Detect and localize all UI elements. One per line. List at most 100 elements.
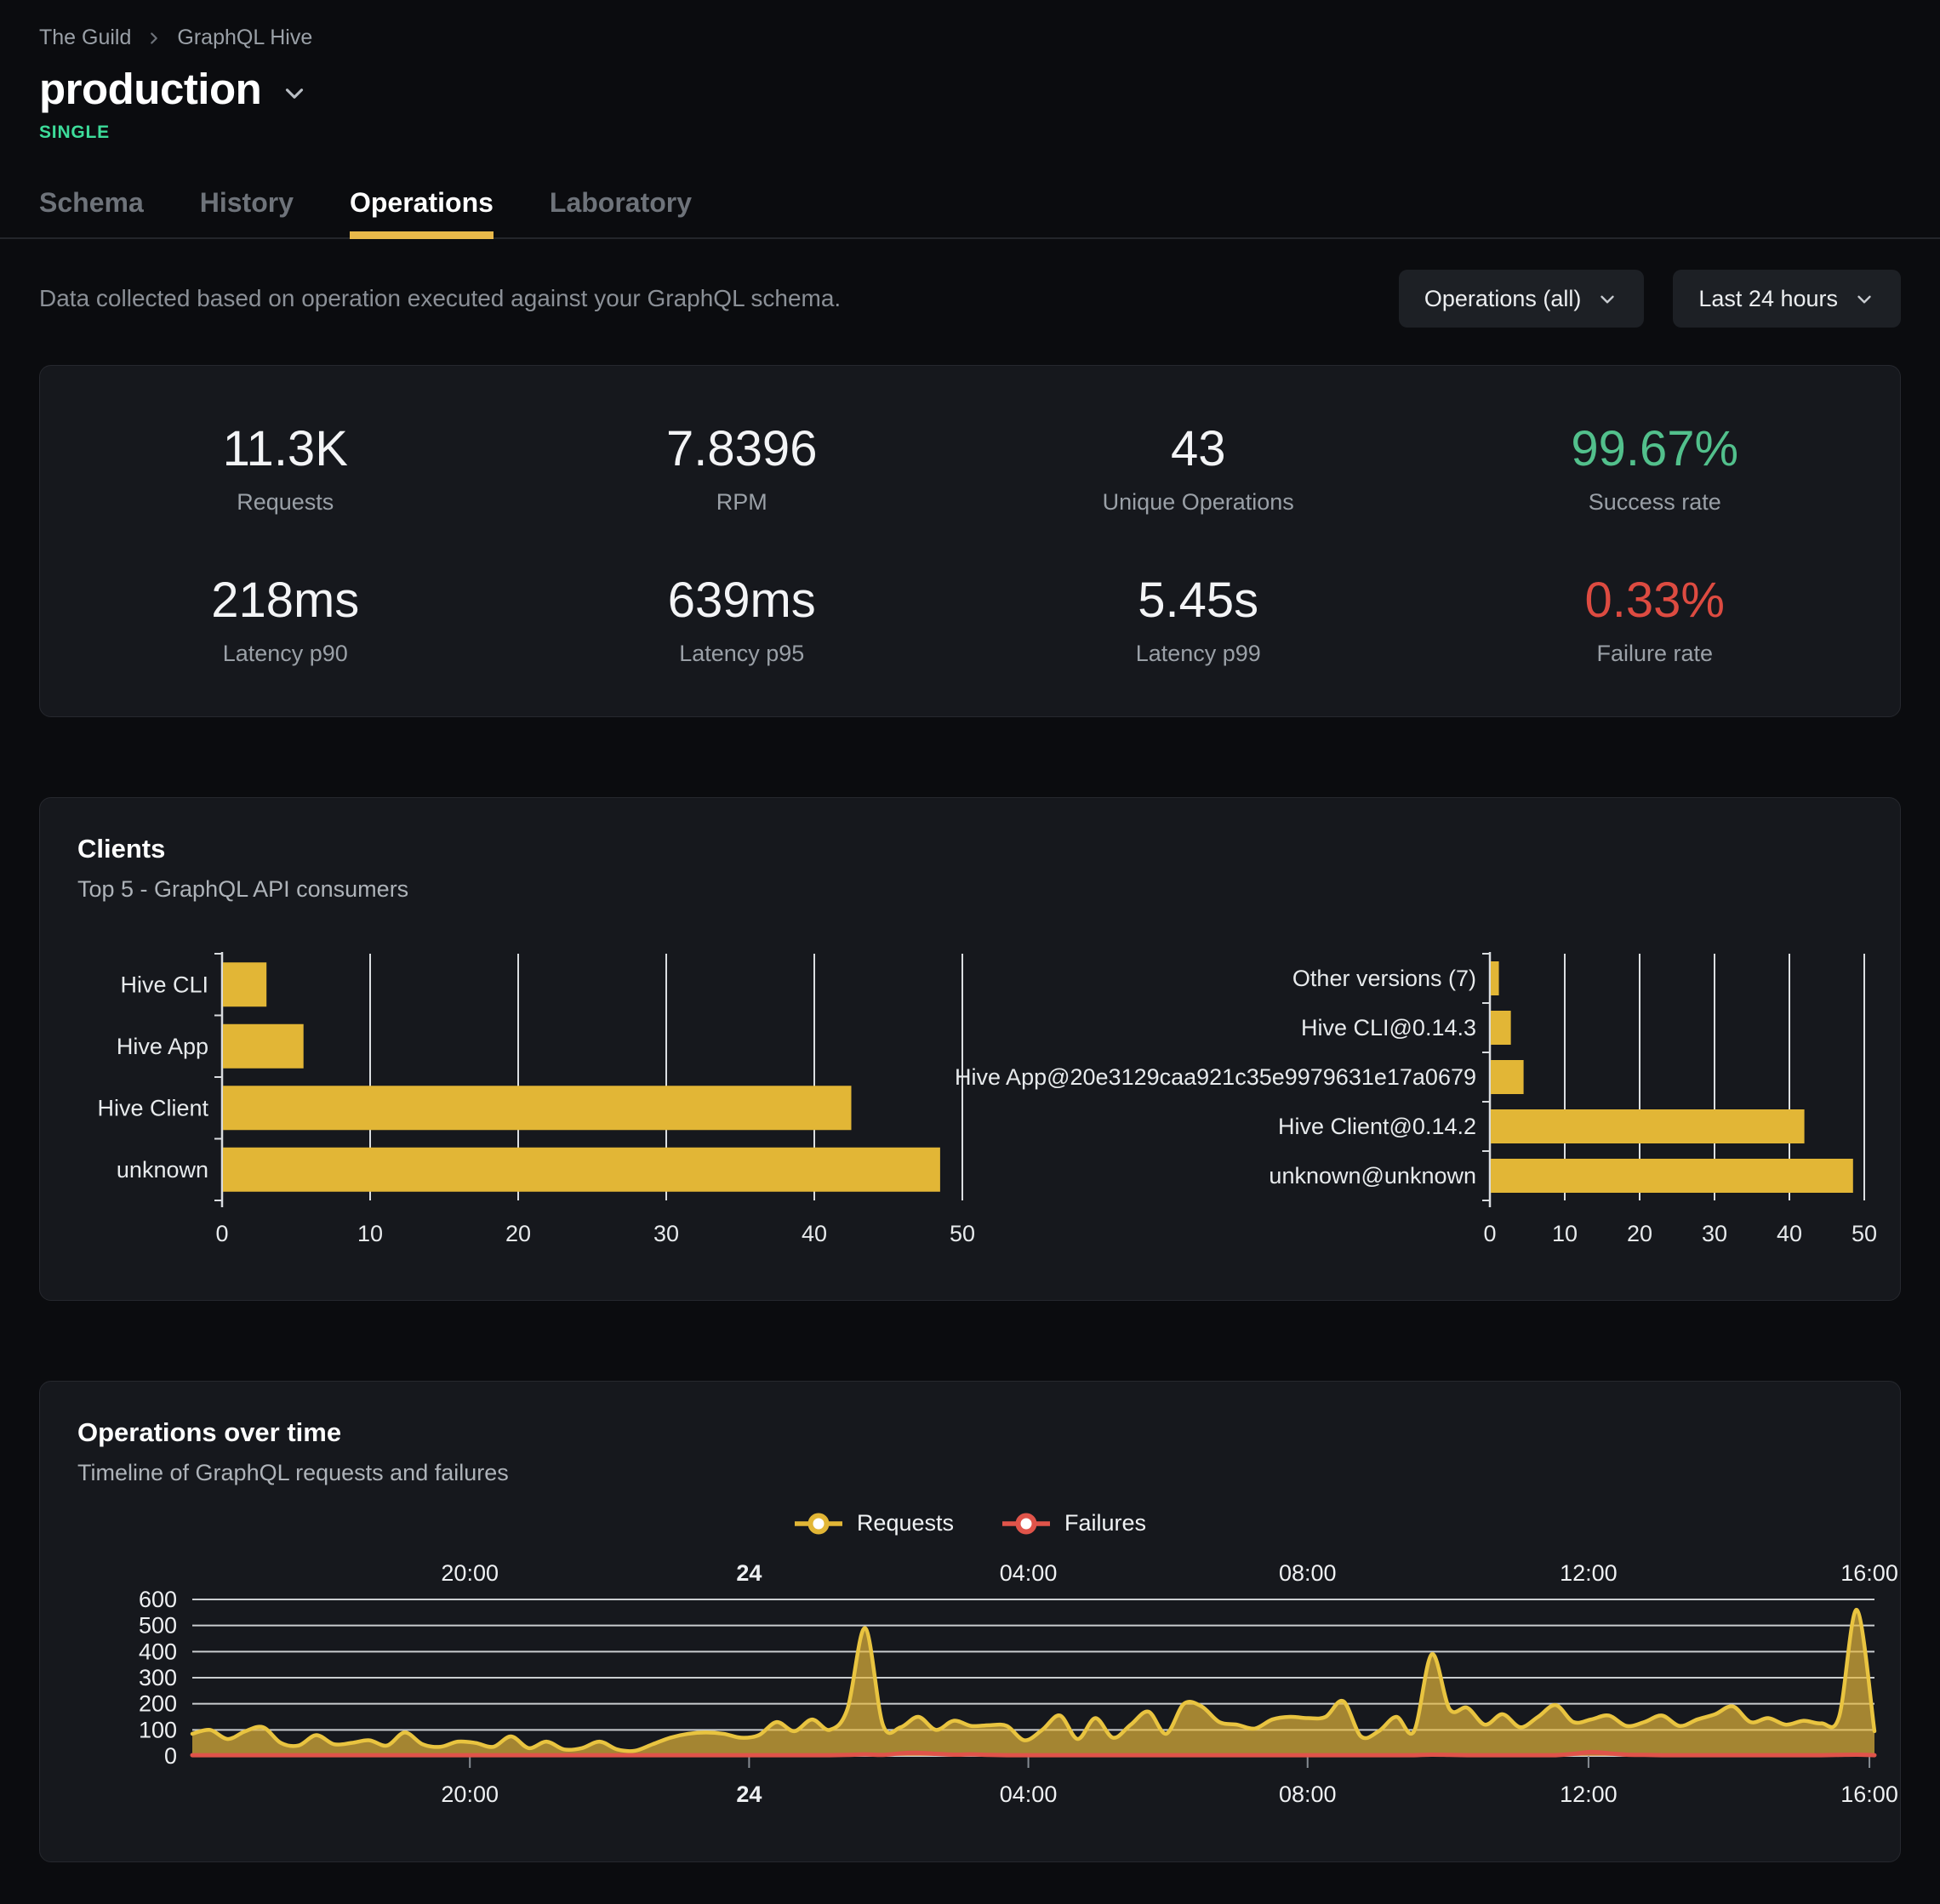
svg-text:500: 500 [139, 1613, 177, 1639]
svg-text:08:00: 08:00 [1279, 1560, 1337, 1586]
svg-text:40: 40 [802, 1221, 827, 1246]
breadcrumb: The Guild GraphQL Hive [39, 26, 1901, 50]
svg-text:0: 0 [1483, 1221, 1496, 1246]
tab-operations[interactable]: Operations [350, 187, 494, 237]
stat-label: RPM [716, 489, 767, 516]
clients-by-name-chart[interactable]: 01020304050Hive CLIHive AppHive Clientun… [77, 947, 979, 1257]
svg-text:20:00: 20:00 [441, 1560, 499, 1586]
svg-text:30: 30 [653, 1221, 679, 1246]
stat-label: Latency p99 [1136, 641, 1261, 667]
svg-text:40: 40 [1777, 1221, 1802, 1246]
svg-text:Hive CLI: Hive CLI [120, 972, 208, 997]
clients-panel: Clients Top 5 - GraphQL API consumers 01… [39, 797, 1901, 1301]
svg-text:24: 24 [736, 1560, 762, 1586]
svg-text:Hive Client: Hive Client [97, 1095, 208, 1120]
stat-label: Success rate [1589, 489, 1721, 516]
page-header: The Guild GraphQL Hive production SINGLE… [0, 0, 1940, 239]
svg-text:300: 300 [139, 1665, 177, 1690]
svg-text:400: 400 [139, 1639, 177, 1664]
svg-text:04:00: 04:00 [1000, 1781, 1058, 1807]
operations-timeline-chart[interactable]: 0100200300400500600 20:00 20:00 24 24 04:00 04… [77, 1550, 1863, 1820]
operations-over-time-panel: Operations over time Timeline of GraphQL… [39, 1381, 1901, 1862]
time-range-label: Last 24 hours [1698, 286, 1838, 312]
svg-text:0: 0 [164, 1743, 177, 1769]
operations-panel-subtitle: Timeline of GraphQL requests and failure… [77, 1460, 1863, 1486]
svg-text:Hive App@20e3129caa921c35e9979: Hive App@20e3129caa921c35e9979631e17a067… [955, 1064, 1476, 1090]
svg-text:Hive CLI@0.14.3: Hive CLI@0.14.3 [1301, 1015, 1476, 1040]
svg-text:20:00: 20:00 [441, 1781, 499, 1807]
failures-series-marker-icon [1001, 1512, 1051, 1536]
requests-series-marker-icon [794, 1512, 843, 1536]
legend-item-requests[interactable]: Requests [794, 1510, 954, 1536]
legend-label: Failures [1064, 1510, 1146, 1536]
stat-rpm: 7.8396 RPM [514, 420, 971, 516]
time-range-dropdown[interactable]: Last 24 hours [1673, 270, 1901, 328]
stat-requests: 11.3K Requests [57, 420, 514, 516]
svg-text:0: 0 [215, 1221, 228, 1246]
tab-bar-divider [0, 237, 1940, 239]
chevron-down-icon [1596, 288, 1618, 311]
collection-description: Data collected based on operation execut… [39, 285, 841, 312]
svg-text:04:00: 04:00 [1000, 1560, 1058, 1586]
chevron-down-icon[interactable] [280, 79, 309, 108]
stat-success-rate: 99.67% Success rate [1427, 420, 1884, 516]
svg-text:Other versions (7): Other versions (7) [1292, 966, 1476, 991]
svg-text:30: 30 [1702, 1221, 1727, 1246]
chevron-right-icon [145, 29, 163, 48]
svg-text:unknown@unknown: unknown@unknown [1269, 1163, 1476, 1189]
svg-text:50: 50 [1852, 1221, 1877, 1246]
clients-by-version-chart[interactable]: 0 10 20 30 40 50 Other versions (7) Hive CLI@0.… [979, 947, 1881, 1257]
svg-text:24: 24 [736, 1781, 762, 1807]
stat-value: 7.8396 [666, 420, 817, 477]
timeline-legend: Requests Failures [77, 1510, 1863, 1536]
tab-laboratory[interactable]: Laboratory [550, 187, 692, 237]
toolbar: Data collected based on operation execut… [39, 270, 1901, 328]
stat-latency-p99: 5.45s Latency p99 [970, 572, 1427, 667]
svg-text:Hive App: Hive App [117, 1034, 208, 1059]
svg-text:200: 200 [139, 1691, 177, 1717]
stat-label: Requests [237, 489, 334, 516]
operations-filter-dropdown[interactable]: Operations (all) [1399, 270, 1645, 328]
target-type-badge: SINGLE [39, 123, 1901, 143]
svg-text:unknown: unknown [117, 1157, 208, 1183]
page-title: production [39, 64, 261, 114]
breadcrumb-org[interactable]: The Guild [39, 26, 131, 50]
legend-label: Requests [857, 1510, 954, 1536]
stat-label: Failure rate [1596, 641, 1713, 667]
breadcrumb-project[interactable]: GraphQL Hive [177, 26, 312, 50]
svg-text:600: 600 [139, 1587, 177, 1612]
stat-label: Latency p90 [223, 641, 348, 667]
svg-text:20: 20 [1627, 1221, 1652, 1246]
operations-panel-title: Operations over time [77, 1417, 1863, 1448]
svg-text:20: 20 [505, 1221, 531, 1246]
stat-latency-p90: 218ms Latency p90 [57, 572, 514, 667]
svg-text:100: 100 [139, 1717, 177, 1742]
tab-history[interactable]: History [200, 187, 294, 237]
legend-item-failures[interactable]: Failures [1001, 1510, 1146, 1536]
stat-latency-p95: 639ms Latency p95 [514, 572, 971, 667]
stat-label: Latency p95 [679, 641, 804, 667]
svg-text:16:00: 16:00 [1840, 1781, 1898, 1807]
stat-value: 43 [1171, 420, 1226, 477]
stat-unique-operations: 43 Unique Operations [970, 420, 1427, 516]
operations-filter-label: Operations (all) [1424, 286, 1582, 312]
stat-value: 11.3K [223, 420, 348, 477]
tab-schema[interactable]: Schema [39, 187, 144, 237]
clients-panel-subtitle: Top 5 - GraphQL API consumers [77, 876, 1863, 903]
svg-text:Hive Client@0.14.2: Hive Client@0.14.2 [1278, 1114, 1476, 1139]
chevron-down-icon [1853, 288, 1875, 311]
stat-value: 218ms [211, 572, 359, 629]
svg-text:12:00: 12:00 [1560, 1781, 1618, 1807]
stat-value: 99.67% [1571, 420, 1738, 477]
stat-value: 0.33% [1585, 572, 1725, 629]
filters: Operations (all) Last 24 hours [1399, 270, 1901, 328]
stat-failure-rate: 0.33% Failure rate [1427, 572, 1884, 667]
stat-value: 639ms [668, 572, 816, 629]
svg-text:16:00: 16:00 [1840, 1560, 1898, 1586]
svg-text:50: 50 [950, 1221, 975, 1246]
svg-text:10: 10 [1552, 1221, 1578, 1246]
stat-label: Unique Operations [1103, 489, 1294, 516]
tab-bar: Schema History Operations Laboratory [39, 187, 1901, 237]
svg-text:12:00: 12:00 [1560, 1560, 1618, 1586]
stat-value: 5.45s [1138, 572, 1258, 629]
